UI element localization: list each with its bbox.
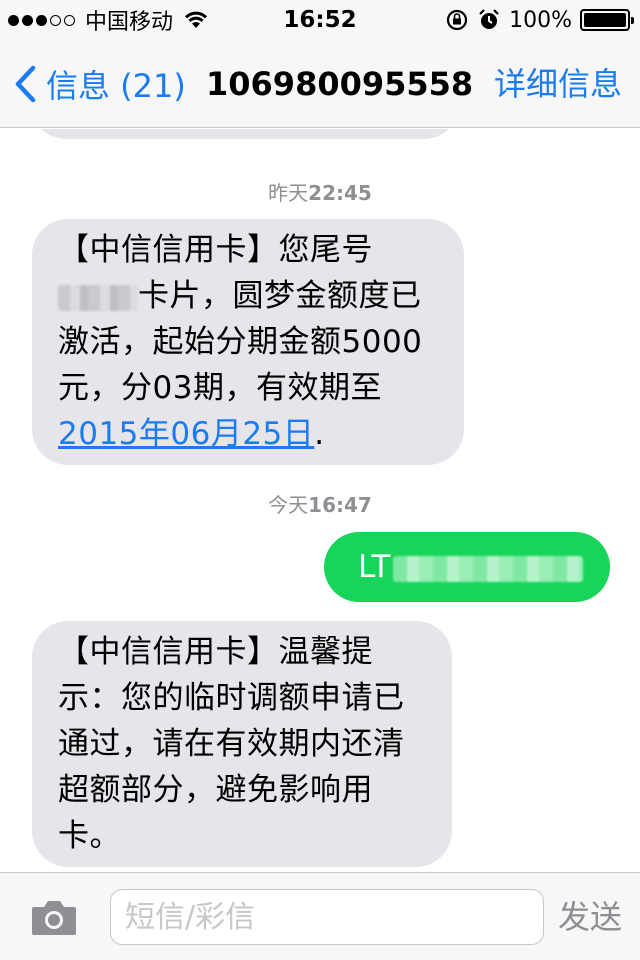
timestamp-day: 昨天 — [268, 181, 309, 205]
message-line: 【中信信用卡】您尾号 — [58, 232, 373, 268]
message-line: 超额部分，避免影响用 — [58, 772, 373, 808]
status-right: 100% — [445, 0, 634, 40]
incoming-message-bubble[interactable]: 【中信信用卡】温馨提 示：您的临时调额申请已 通过，请在有效期内还清 超额部分，… — [32, 621, 452, 867]
conversation-title: 106980095558 — [206, 65, 474, 103]
date-link[interactable]: 2015年06月25日 — [58, 416, 314, 452]
message-line: 【中信信用卡】温馨提 — [58, 634, 373, 670]
back-label: 信息 (21) — [46, 67, 186, 105]
message-line: 通过，请在有效期内还清 — [58, 726, 405, 762]
message-text: LT — [358, 549, 391, 585]
outgoing-message-bubble[interactable]: LT — [324, 532, 610, 602]
status-bar: 中国移动 16:52 100% — [0, 0, 640, 40]
battery-percent: 100% — [509, 7, 572, 33]
previous-message-bubble — [30, 129, 460, 139]
message-line: 激活，起始分期金额5000 — [58, 324, 423, 360]
message-text: . — [314, 416, 325, 452]
camera-icon[interactable] — [30, 897, 78, 937]
nav-bar: 信息 (21) 106980095558 详细信息 — [0, 40, 640, 128]
back-button[interactable]: 信息 (21) — [14, 62, 186, 106]
send-button[interactable]: 发送 — [558, 895, 622, 939]
timestamp-time: 16:47 — [308, 493, 372, 517]
redacted-text — [392, 555, 583, 582]
message-text: 卡片，圆梦金额度已 — [138, 278, 422, 314]
alarm-icon — [479, 9, 499, 29]
incoming-message-bubble[interactable]: 【中信信用卡】您尾号 卡片，圆梦金额度已 激活，起始分期金额5000 元，分03… — [32, 219, 464, 465]
compose-bar: 发送 — [0, 872, 640, 960]
message-line: 卡片，圆梦金额度已 — [58, 273, 438, 319]
message-line: 卡。 — [58, 818, 121, 854]
message-line: 2015年06月25日. — [58, 411, 438, 457]
message-thread[interactable]: 昨天22:45 【中信信用卡】您尾号 卡片，圆梦金额度已 激活，起始分期金额50… — [0, 129, 640, 872]
chevron-left-icon — [15, 65, 36, 103]
details-button[interactable]: 详细信息 — [494, 62, 622, 106]
message-line: 元，分03期，有效期至 — [58, 370, 382, 406]
timestamp-day: 今天 — [268, 493, 309, 517]
timestamp: 今天16:47 — [0, 489, 640, 518]
timestamp-time: 22:45 — [308, 181, 372, 205]
message-input[interactable] — [110, 889, 544, 945]
rotation-lock-icon — [446, 9, 468, 31]
message-line: 示：您的临时调额申请已 — [58, 680, 405, 716]
timestamp: 昨天22:45 — [0, 177, 640, 206]
battery-icon — [580, 9, 634, 31]
redacted-card-number — [58, 284, 138, 311]
